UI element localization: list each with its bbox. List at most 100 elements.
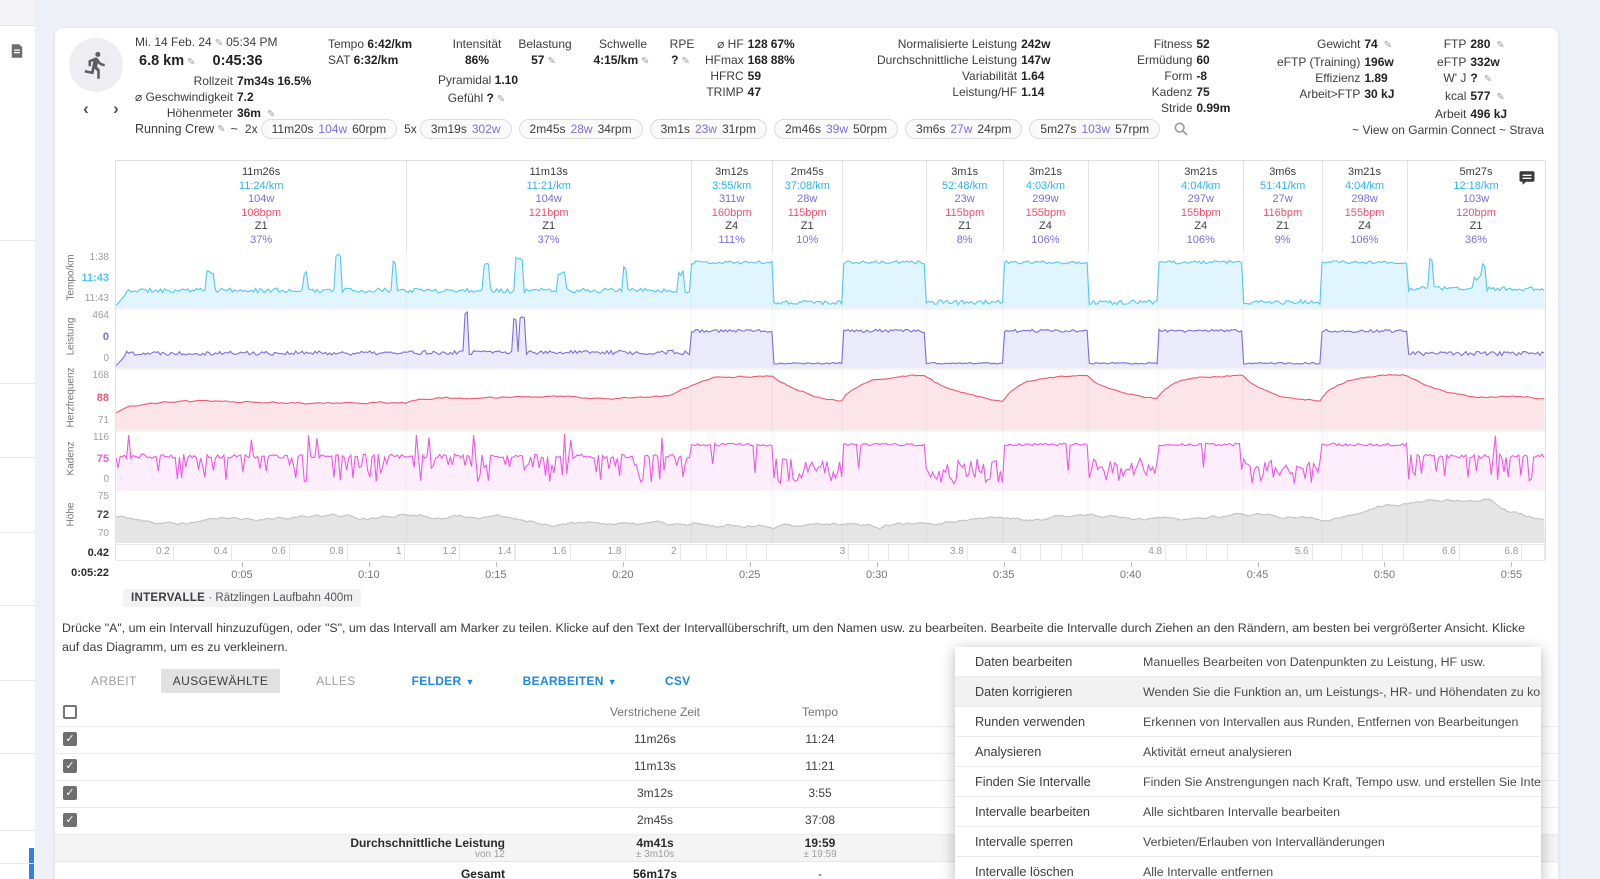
interval-chip[interactable]: 3m6s27w24rpm	[905, 119, 1022, 139]
edit-icon[interactable]: ✎	[547, 56, 555, 67]
row-checkbox[interactable]: ✓	[63, 759, 77, 773]
menu-item-title: Intervalle bearbeiten	[955, 805, 1143, 819]
stat-row: eFTP332w	[1435, 54, 1510, 70]
tab-alles[interactable]: ALLES	[308, 669, 363, 693]
tempo-value: 6:42/km	[367, 37, 412, 51]
activity-chart[interactable]: 11m26s11:24/km104w108bpmZ137% 11m13s11:21…	[115, 160, 1546, 560]
table-cell: 11m13s	[535, 759, 775, 773]
next-activity-button[interactable]: ›	[105, 98, 127, 120]
menu-item[interactable]: Daten bearbeitenManuelles Bearbeiten von…	[955, 647, 1541, 677]
axis-name-alt: Höhe	[66, 485, 77, 545]
interval-chip[interactable]: 2m46s39w50rpm	[774, 119, 898, 139]
time-tick	[750, 562, 751, 567]
stat-row: Leistung/HF1.14	[877, 84, 1053, 100]
interval-label[interactable]: 2m45s37:08/km28w115bpmZ110%	[752, 166, 862, 247]
edit-icon[interactable]: ✎	[681, 56, 689, 67]
time-tick-label: 0:30	[842, 569, 912, 581]
menu-item[interactable]: Runden verwendenErkennen von Intervallen…	[955, 707, 1541, 737]
track-name: Rätzlingen Laufbahn 400m	[215, 592, 352, 604]
interval-label[interactable]: 3m21s4:03/km299w155bpmZ4106%	[990, 166, 1100, 247]
menu-item-title: Intervalle sperren	[955, 835, 1143, 849]
action-csv[interactable]: CSV	[665, 674, 691, 688]
interval-label[interactable]: 5m27s12:18/km103w120bpmZ136%	[1421, 166, 1531, 247]
chart-traces[interactable]	[116, 251, 1545, 544]
interval-boundary[interactable]	[842, 161, 843, 251]
menu-item[interactable]: AnalysierenAktivität erneut analysieren	[955, 737, 1541, 767]
edit-icon[interactable]: ✎	[187, 57, 195, 68]
strava-link[interactable]: Strava	[1509, 123, 1544, 137]
edit-icon[interactable]: ✎	[1484, 74, 1492, 85]
interval-labels-strip: 11m26s11:24/km104w108bpmZ137% 11m13s11:21…	[116, 161, 1545, 251]
edit-icon[interactable]: ✎	[1496, 40, 1504, 51]
distance-box: 1	[348, 545, 405, 560]
axis-name-power: Leistung	[66, 307, 77, 367]
interval-chip[interactable]: 5m27s103w57rpm	[1029, 119, 1160, 139]
garmin-connect-link[interactable]: View on Garmin Connect	[1362, 123, 1495, 137]
distance-box	[747, 545, 766, 560]
stat-row: Arbeit>FTP30 kJ	[1277, 86, 1397, 102]
chart-area-alt	[116, 499, 1545, 543]
interval-boundary[interactable]	[1088, 161, 1089, 251]
distance-box	[1342, 545, 1362, 560]
menu-item-description: Verbieten/Erlauben von Intervalländerung…	[1143, 835, 1385, 849]
row-checkbox[interactable]: ✓	[63, 813, 77, 827]
interval-boundary[interactable]	[406, 161, 407, 251]
threshold-value: 4:15/km	[593, 53, 638, 67]
select-all-checkbox[interactable]	[63, 705, 77, 719]
table-cell: 56m17s	[535, 867, 775, 879]
stat-row: HFmax16888%	[705, 52, 798, 68]
interval-chip[interactable]: 3m1s23w31rpm	[650, 119, 767, 139]
table-cell: ± 19:59	[745, 849, 895, 860]
distance-box: 3.8	[909, 545, 966, 560]
menu-item-description: Finden Sie Anstrengungen nach Kraft, Tem…	[1143, 775, 1541, 789]
activity-type-avatar	[69, 38, 123, 92]
row-checkbox[interactable]: ✓	[63, 786, 77, 800]
intervalle-label[interactable]: INTERVALLE	[131, 592, 205, 604]
document-icon[interactable]	[8, 42, 26, 60]
menu-item[interactable]: Intervalle löschenAlle Intervalle entfer…	[955, 857, 1541, 879]
context-menu: Daten bearbeitenManuelles Bearbeiten von…	[955, 647, 1541, 879]
edit-icon[interactable]: ✎	[217, 124, 225, 135]
activity-name[interactable]: Running Crew	[135, 122, 214, 136]
action-bearbeiten[interactable]: BEARBEITEN▼	[523, 674, 617, 688]
action-felder[interactable]: FELDER▼	[412, 674, 475, 688]
menu-item[interactable]: Finden Sie IntervalleFinden Sie Anstreng…	[955, 767, 1541, 797]
menu-item-description: Wenden Sie die Funktion an, um Leistungs…	[1143, 685, 1541, 699]
interval-label[interactable]: 3m21s4:04/km298w155bpmZ4106%	[1310, 166, 1420, 247]
previous-activity-button[interactable]: ‹	[75, 98, 97, 120]
runner-icon	[81, 50, 111, 80]
table-cell: 3m12s	[535, 786, 775, 800]
power-stats: Normalisierte Leistung242wDurchschnittli…	[877, 36, 1053, 100]
load-label: Belastung	[508, 36, 582, 52]
distance-box	[1383, 545, 1403, 560]
edit-icon[interactable]: ✎	[641, 56, 649, 67]
distance-box	[1363, 545, 1383, 560]
edit-icon[interactable]: ✎	[1496, 92, 1504, 103]
distance-box	[727, 545, 746, 560]
tab-arbeit[interactable]: ARBEIT	[83, 669, 145, 693]
row-checkbox[interactable]: ✓	[63, 732, 77, 746]
edit-icon[interactable]: ✎	[215, 38, 223, 49]
table-cell: 19:59	[745, 836, 895, 850]
edit-icon[interactable]: ✎	[497, 94, 505, 105]
time-tick-label: 0:55	[1476, 569, 1546, 581]
search-icon[interactable]	[1173, 121, 1189, 137]
menu-item[interactable]: Intervalle sperrenVerbieten/Erlauben von…	[955, 827, 1541, 857]
interval-label[interactable]: 11m26s11:24/km104w108bpmZ137%	[206, 166, 316, 247]
menu-item[interactable]: Daten korrigierenWenden Sie die Funktion…	[955, 677, 1541, 707]
menu-item[interactable]: Intervalle bearbeitenAlle sichtbaren Int…	[955, 797, 1541, 827]
stat-row: Ermüdung60	[1137, 52, 1233, 68]
stat-row: ⌀ Geschwindigkeit7.2	[135, 89, 314, 105]
stat-row: Effizienz1.89	[1277, 70, 1397, 86]
interval-chip[interactable]: 2m45s28w34rpm	[519, 119, 643, 139]
tab-ausgewählte[interactable]: AUSGEWÄHLTE	[161, 669, 281, 693]
axis-name-tempo: Tempo/km	[66, 248, 77, 308]
chart-footer: INTERVALLE · Rätzlingen Laufbahn 400m	[123, 589, 361, 607]
interval-chip[interactable]: 3m19s302w	[420, 119, 512, 139]
table-cell: Gesamt	[145, 867, 505, 879]
table-cell: ± 3m10s	[535, 849, 775, 860]
edit-icon[interactable]: ✎	[1384, 40, 1392, 51]
interval-label[interactable]: 11m13s11:21/km104w121bpmZ137%	[494, 166, 604, 247]
interval-chip[interactable]: 11m20s104w60rpm	[261, 119, 398, 139]
interval-boundary[interactable]	[1407, 161, 1408, 251]
